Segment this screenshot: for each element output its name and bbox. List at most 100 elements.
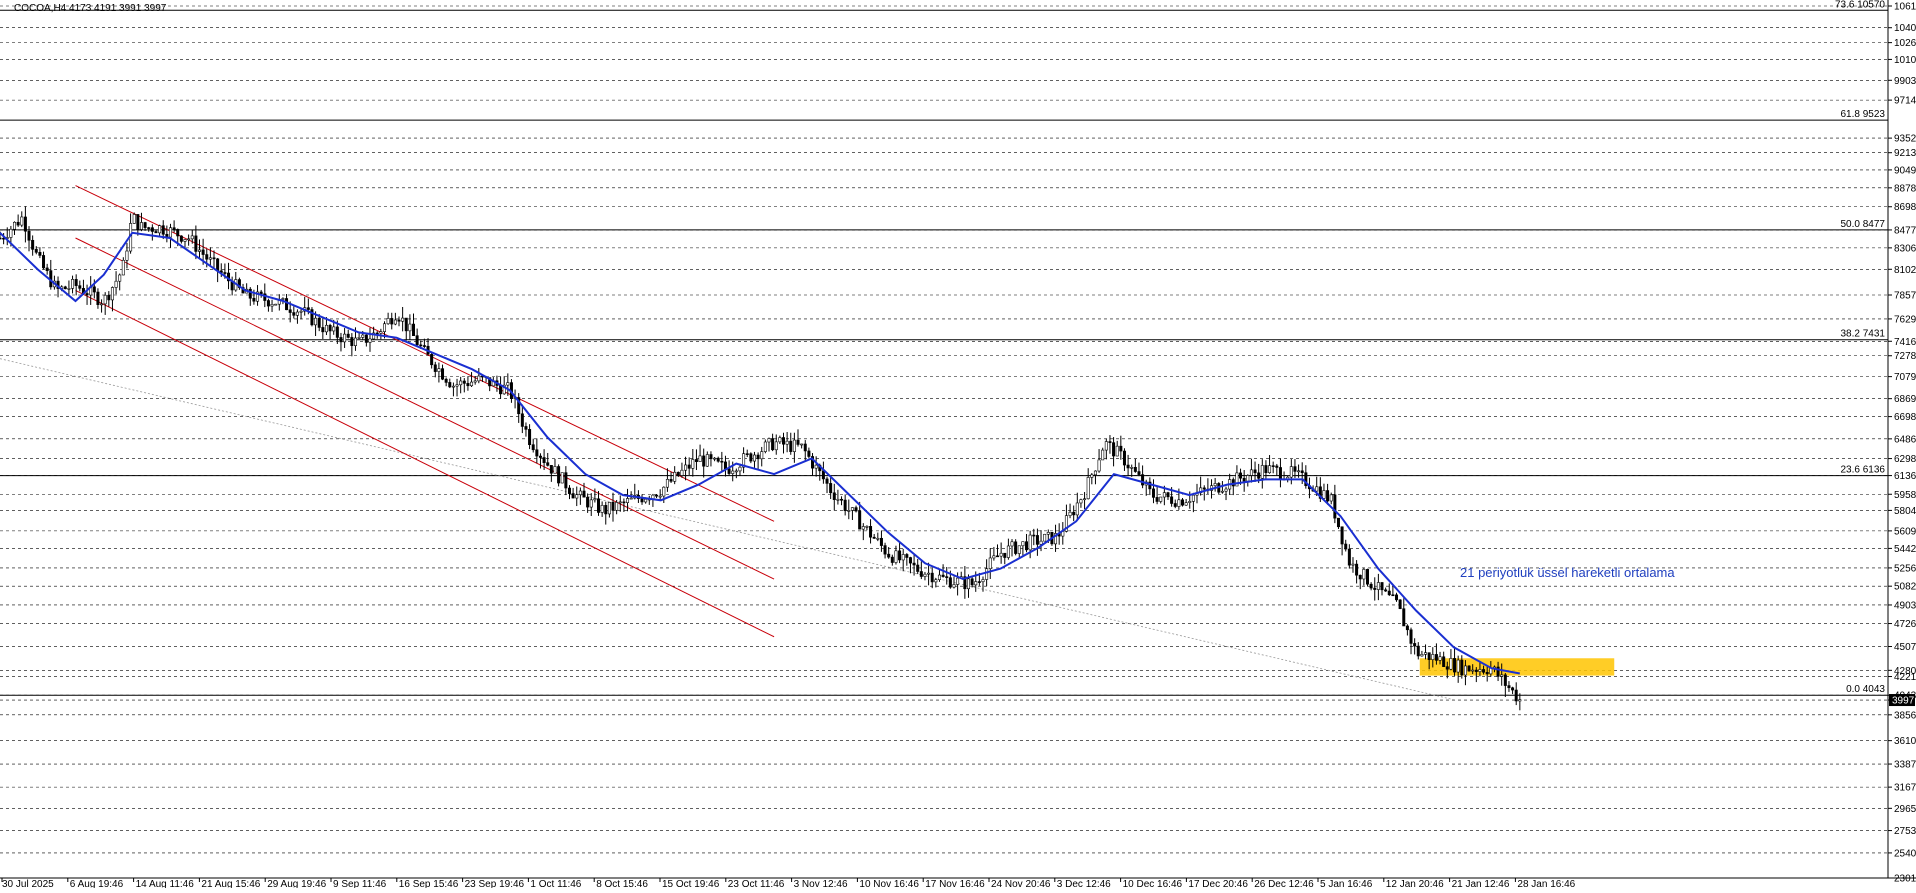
candle-body-219 — [792, 439, 796, 452]
candle-body-12 — [42, 255, 46, 269]
candle-body-116 — [419, 344, 423, 347]
candle-body-164 — [593, 498, 597, 501]
candle-body-229 — [829, 483, 833, 494]
candle-body-178 — [644, 498, 648, 503]
candle-body-96 — [346, 333, 350, 338]
candle-body-296 — [1072, 511, 1076, 516]
candle-body-0 — [0, 237, 2, 240]
candle-body-245 — [887, 553, 891, 558]
candle-body-130 — [470, 381, 474, 387]
candle-body-154 — [557, 466, 561, 484]
candle-body-321 — [1162, 492, 1166, 498]
candle-body-202 — [731, 470, 735, 474]
candle-body-126 — [455, 384, 459, 387]
candle-body-274 — [992, 555, 996, 559]
candle-body-105 — [379, 331, 383, 334]
candle-body-184 — [665, 479, 669, 488]
candle-body-394 — [1427, 652, 1431, 660]
candle-body-402 — [1456, 659, 1460, 673]
candle-body-127 — [459, 380, 463, 386]
candle-body-110 — [397, 319, 401, 322]
candle-body-163 — [589, 499, 593, 508]
y-tick-label-14: 7857 — [1894, 290, 1916, 301]
candle-body-117 — [422, 345, 426, 347]
y-tick-label-17: 7278 — [1894, 351, 1916, 362]
candle-body-277 — [1003, 552, 1007, 558]
candle-body-151 — [546, 462, 550, 466]
candle-body-418 — [1514, 689, 1518, 702]
candle-body-228 — [825, 478, 829, 484]
candle-body-167 — [604, 505, 608, 515]
candle-body-400 — [1449, 658, 1453, 670]
candle-body-41 — [147, 227, 151, 229]
candle-body-158 — [571, 493, 575, 499]
x-tick-label-14: 17 Nov 16:46 — [925, 879, 985, 888]
candle-body-170 — [615, 502, 619, 511]
candle-body-85 — [306, 307, 310, 310]
candle-body-244 — [883, 545, 887, 555]
candle-body-303 — [1097, 459, 1101, 472]
candle-body-269 — [974, 581, 978, 586]
candle-body-88 — [317, 317, 321, 328]
candle-body-95 — [343, 333, 347, 343]
candle-body-211 — [763, 441, 767, 452]
candle-body-191 — [691, 459, 695, 469]
candle-body-186 — [673, 471, 677, 482]
candle-body-51 — [183, 239, 187, 242]
x-tick-label-18: 17 Dec 20:46 — [1188, 879, 1248, 888]
candle-body-213 — [771, 438, 775, 451]
candle-body-367 — [1329, 494, 1333, 502]
y-tick-label-29: 5082 — [1894, 582, 1916, 593]
candle-body-79 — [285, 298, 289, 311]
candle-body-58 — [208, 257, 212, 260]
candle-body-147 — [531, 444, 535, 451]
y-tick-label-41: 2965 — [1894, 804, 1916, 815]
candle-body-347 — [1257, 472, 1261, 479]
y-tick-label-40: 3167 — [1894, 783, 1916, 794]
candle-body-406 — [1471, 669, 1475, 672]
y-tick-label-13: 8102 — [1894, 265, 1916, 276]
candle-body-32 — [114, 280, 118, 288]
candle-body-299 — [1083, 498, 1087, 501]
candle-body-386 — [1398, 599, 1402, 610]
candle-body-194 — [702, 455, 706, 467]
candle-body-48 — [172, 227, 176, 230]
candle-body-371 — [1344, 543, 1348, 550]
y-tick-label-20: 6698 — [1894, 412, 1916, 423]
candle-body-358 — [1297, 470, 1301, 473]
candle-body-69 — [248, 288, 252, 299]
candle-body-286 — [1035, 535, 1039, 545]
candle-body-382 — [1384, 589, 1388, 592]
candle-body-39 — [139, 222, 143, 230]
y-tick-label-16: 7416 — [1894, 337, 1916, 348]
candle-body-225 — [814, 464, 818, 469]
candle-body-62 — [223, 272, 227, 274]
candle-body-11 — [38, 252, 42, 256]
candle-body-351 — [1271, 465, 1275, 467]
candle-body-414 — [1500, 674, 1504, 677]
candle-body-50 — [179, 235, 183, 242]
x-tick-label-8: 1 Oct 11:46 — [530, 879, 581, 888]
price-marker-label: 3997 — [1892, 696, 1915, 707]
candle-body-159 — [575, 494, 579, 499]
candle-body-90 — [324, 324, 328, 333]
candle-body-125 — [451, 385, 455, 388]
x-tick-label-5: 9 Sep 11:46 — [333, 879, 387, 888]
fib-label-0: 73.6 10570 — [1835, 0, 1885, 10]
candle-body-254 — [919, 571, 923, 577]
candle-body-107 — [386, 318, 390, 325]
y-tick-label-31: 4726 — [1894, 619, 1916, 630]
candle-body-368 — [1333, 494, 1337, 519]
chart-root: 73.6 10570 61.8 9523 50.0 8477 38.2 7431 23.… — [0, 0, 1916, 890]
candle-body-397 — [1438, 656, 1442, 661]
price-chart[interactable]: 73.6 10570 61.8 9523 50.0 8477 38.2 7431 23.… — [0, 0, 1916, 890]
candle-body-97 — [350, 337, 354, 346]
candle-body-283 — [1025, 541, 1029, 551]
candle-body-408 — [1478, 669, 1482, 672]
candle-body-156 — [564, 472, 568, 489]
candle-body-261 — [945, 576, 949, 578]
x-tick-label-11: 23 Oct 11:46 — [728, 879, 785, 888]
candle-body-271 — [981, 579, 985, 583]
candle-body-326 — [1181, 499, 1185, 506]
candle-body-108 — [390, 318, 394, 325]
